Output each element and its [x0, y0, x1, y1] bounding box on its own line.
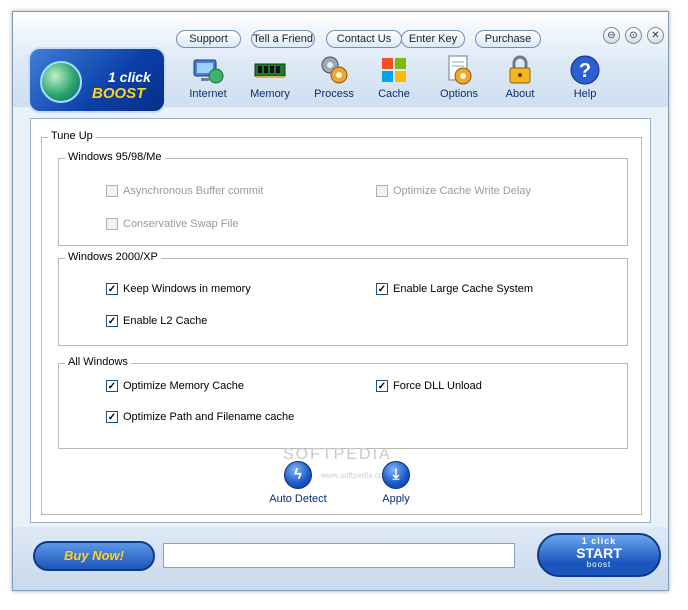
header-bar: Support Tell a Friend Contact Us Enter K…: [13, 12, 668, 113]
cache-icon: [382, 58, 406, 82]
nav-about-label: About: [505, 88, 535, 100]
start-main-label: START: [576, 545, 622, 561]
allwin-title: All Windows: [65, 356, 131, 368]
check-icon: ✓: [376, 283, 388, 295]
purchase-button[interactable]: Purchase: [475, 30, 541, 48]
download-arrow-icon: ⤓: [382, 461, 410, 489]
contact-us-button[interactable]: Contact Us: [326, 30, 402, 48]
nav-process[interactable]: Process: [303, 54, 365, 100]
checkbox-label: Optimize Path and Filename cache: [123, 411, 295, 423]
nav-internet-label: Internet: [189, 88, 227, 100]
checkbox-label: Conservative Swap File: [123, 218, 239, 230]
process-icon: [321, 56, 348, 84]
svg-text:?: ?: [579, 60, 591, 82]
nav-options-label: Options: [440, 88, 478, 100]
checkbox-box: [106, 218, 118, 230]
tell-a-friend-button[interactable]: Tell a Friend: [251, 30, 315, 48]
check-icon: ✓: [106, 315, 118, 327]
checkbox-box: [106, 185, 118, 197]
minimize-button[interactable]: ⊖: [603, 27, 620, 44]
logo-line1: 1 click: [108, 69, 151, 85]
nav-about[interactable]: About: [489, 54, 551, 100]
close-button[interactable]: ✕: [647, 27, 664, 44]
app-window: Support Tell a Friend Contact Us Enter K…: [12, 11, 669, 591]
options-icon: [448, 55, 472, 85]
help-icon: ?: [570, 55, 600, 85]
apply-button[interactable]: ⤓ Apply: [361, 461, 431, 505]
checkbox-label: Optimize Cache Write Delay: [393, 185, 531, 197]
globe-icon: [40, 61, 82, 103]
checkbox-label: Enable Large Cache System: [393, 283, 534, 295]
nav-help-label: Help: [573, 88, 597, 100]
nav-internet[interactable]: Internet: [177, 54, 239, 100]
nav-process-label: Process: [314, 88, 354, 100]
footer-bar: Buy Now! 1 click START boost: [13, 527, 668, 590]
win2k-group: Windows 2000/XP ✓ Keep Windows in memory…: [58, 251, 628, 346]
checkbox-label: Enable L2 Cache: [123, 315, 208, 327]
start-button[interactable]: 1 click START boost: [537, 533, 661, 577]
win9x-title: Windows 95/98/Me: [65, 151, 165, 163]
check-icon: ✓: [106, 411, 118, 423]
auto-detect-button[interactable]: ϟ Auto Detect: [263, 461, 333, 505]
checkbox-label: Optimize Memory Cache: [123, 380, 245, 392]
check-icon: ✓: [106, 380, 118, 392]
nav-memory-label: Memory: [250, 88, 290, 100]
checkbox-label: Force DLL Unload: [393, 380, 482, 392]
maximize-button[interactable]: ⊙: [625, 27, 642, 44]
buy-now-button[interactable]: Buy Now!: [33, 541, 155, 571]
app-logo: 1 click BOOST: [28, 47, 166, 113]
support-button[interactable]: Support: [176, 30, 241, 48]
checkbox-box: [376, 185, 388, 197]
tuneup-title: Tune Up: [48, 130, 96, 142]
lightning-icon: ϟ: [284, 461, 312, 489]
nav-cache[interactable]: Cache: [363, 54, 425, 100]
apply-label: Apply: [382, 493, 410, 505]
check-icon: ✓: [106, 283, 118, 295]
status-field: [163, 543, 515, 568]
about-lock-icon: [509, 55, 531, 84]
win9x-group: Windows 95/98/Me Asynchronous Buffer com…: [58, 151, 628, 246]
auto-detect-label: Auto Detect: [269, 493, 327, 505]
checkbox-label: Asynchronous Buffer commit: [123, 185, 264, 197]
nav-memory[interactable]: Memory: [239, 54, 301, 100]
internet-icon: [193, 59, 224, 84]
main-panel: Tune Up Windows 95/98/Me Asynchronous Bu…: [30, 118, 651, 523]
logo-line2: BOOST: [92, 85, 146, 102]
win2k-title: Windows 2000/XP: [65, 251, 161, 263]
nav-help[interactable]: ? Help: [554, 54, 616, 100]
start-bottom-label: boost: [586, 560, 612, 569]
allwin-group: All Windows ✓ Optimize Memory Cache ✓ Fo…: [58, 356, 628, 449]
nav-cache-label: Cache: [378, 88, 410, 100]
checkbox-label: Keep Windows in memory: [123, 283, 251, 295]
check-icon: ✓: [376, 380, 388, 392]
nav-options[interactable]: Options: [428, 54, 490, 100]
enter-key-button[interactable]: Enter Key: [401, 30, 465, 48]
memory-icon: [254, 63, 286, 78]
